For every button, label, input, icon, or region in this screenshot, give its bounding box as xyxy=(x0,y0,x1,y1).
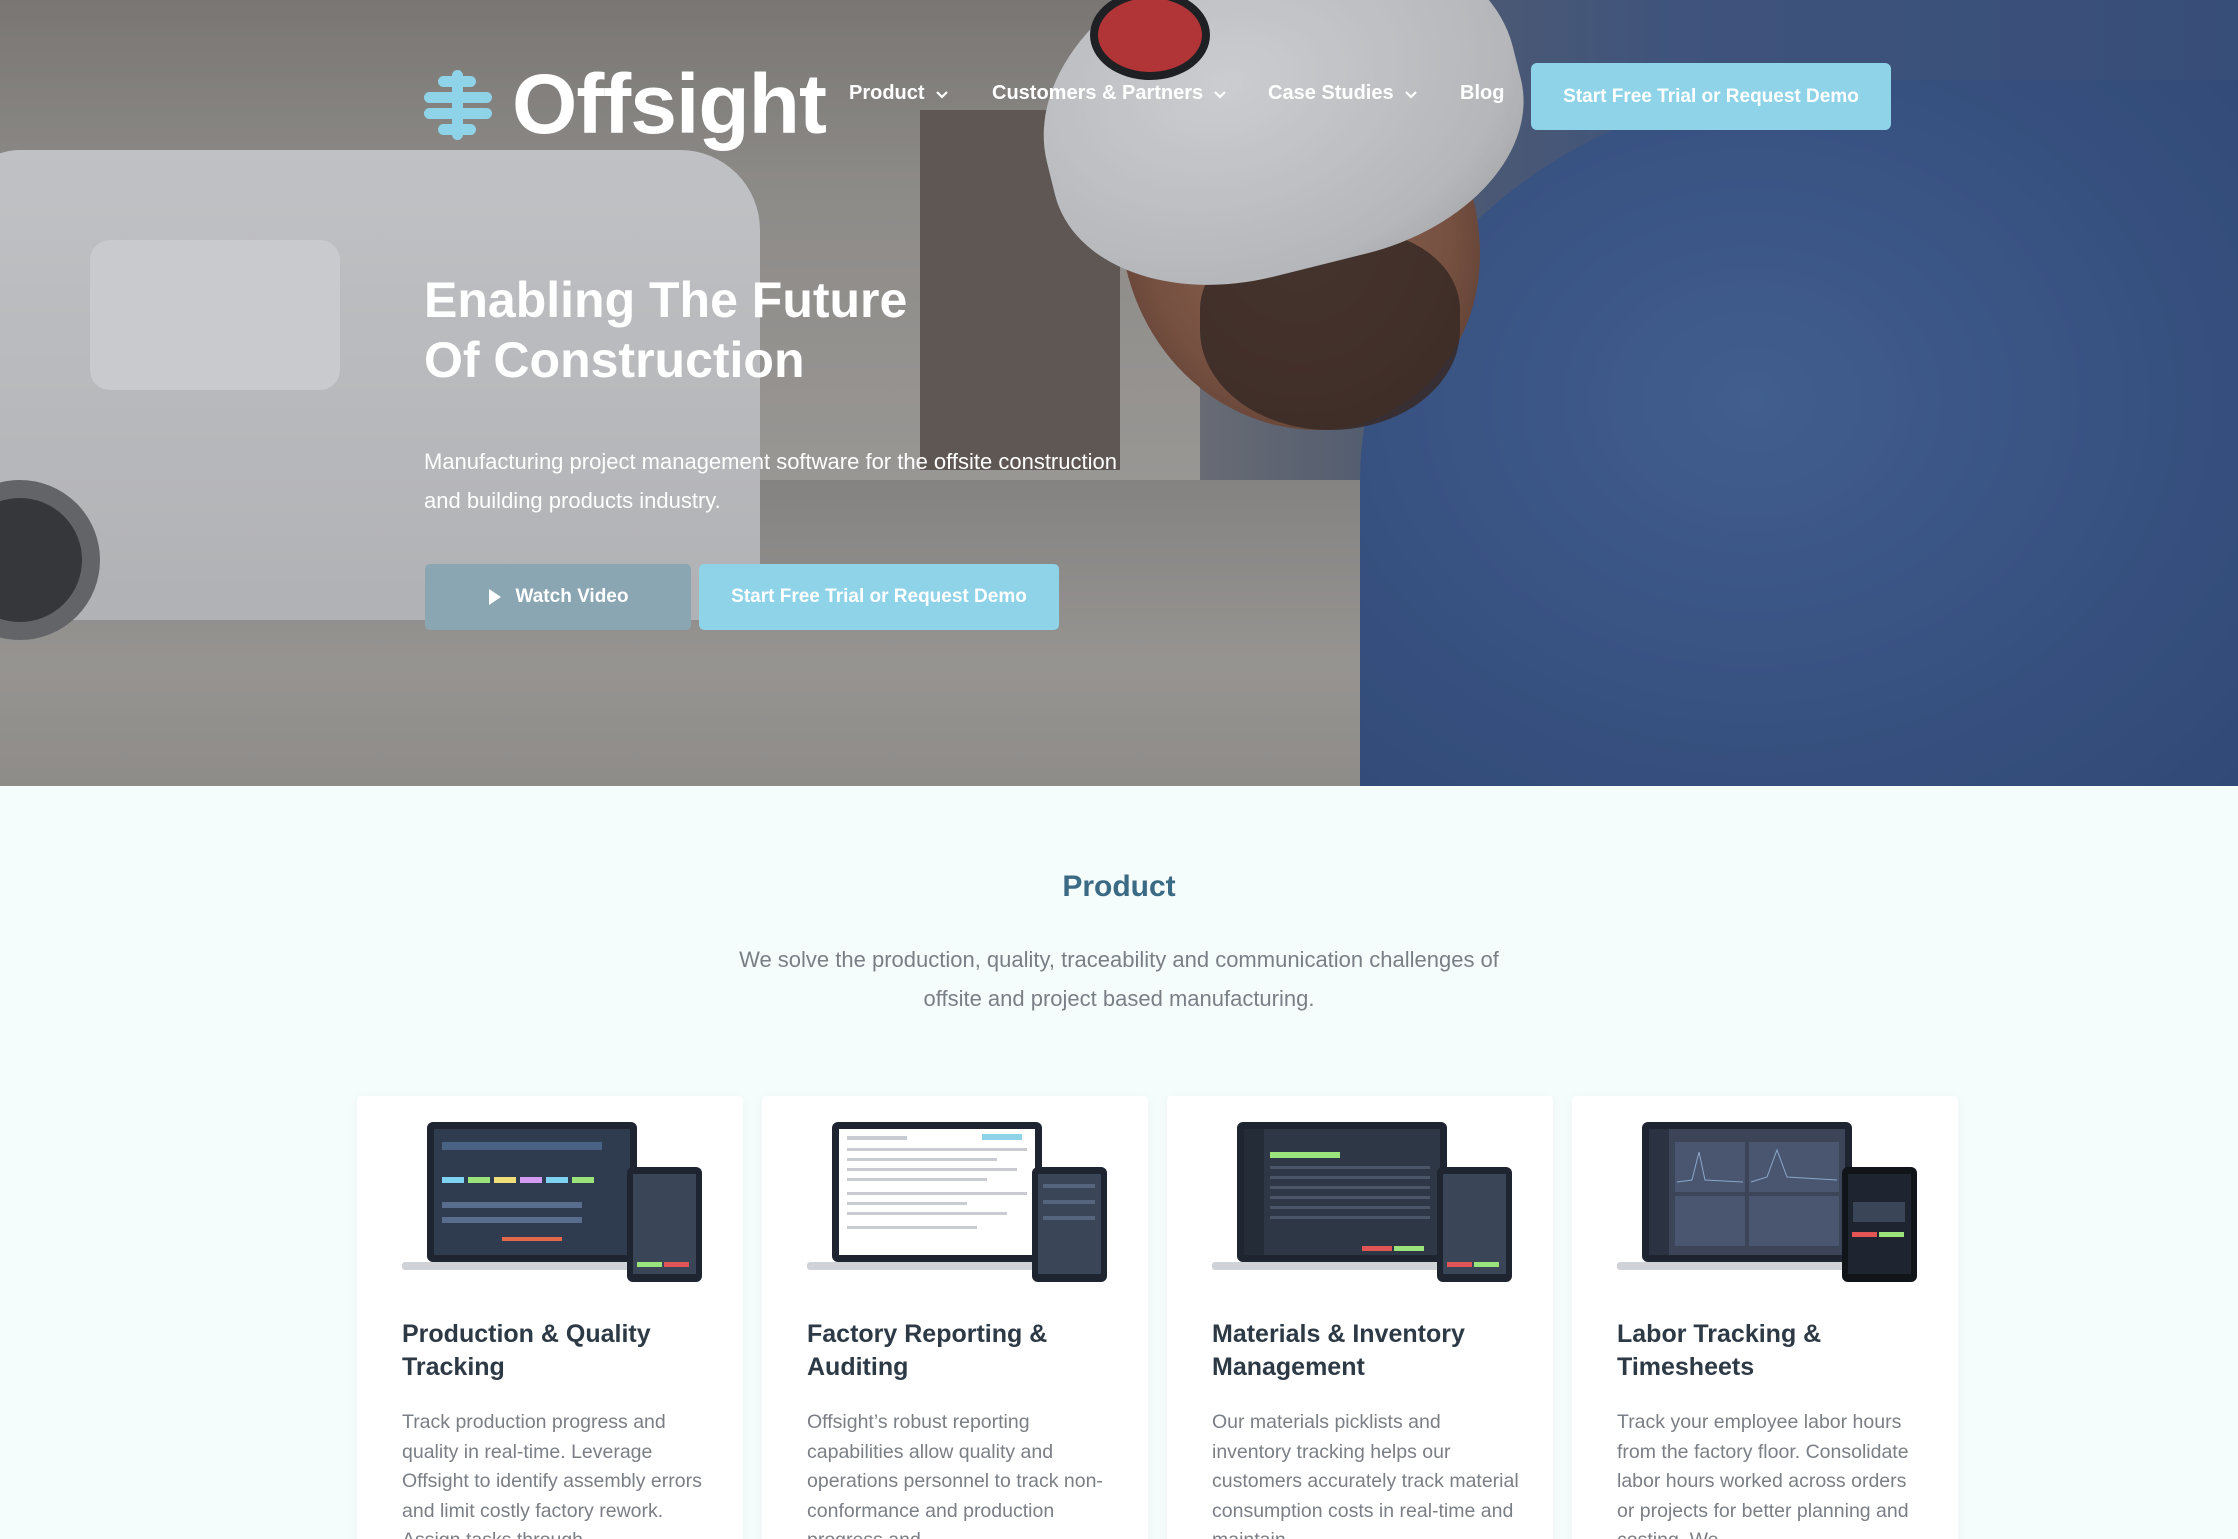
nav-item-label: Customers & Partners xyxy=(992,82,1204,104)
site-logo[interactable]: Offsight xyxy=(424,56,827,153)
nav-item-label: Product xyxy=(849,82,925,104)
product-card-title: Factory Reporting & Auditing xyxy=(807,1320,1048,1381)
product-card-title: Materials & Inventory Management xyxy=(1212,1320,1465,1381)
nav-item-product[interactable]: Product xyxy=(849,82,949,105)
nav-item-customers-partners[interactable]: Customers & Partners xyxy=(992,82,1227,105)
product-card-text: Track production progress and quality in… xyxy=(402,1411,702,1539)
product-card-title: Labor Tracking & Timesheets xyxy=(1617,1320,1822,1381)
logo-mark-icon xyxy=(424,69,492,140)
product-card-text: Track your employee labor hours from the… xyxy=(1617,1411,1909,1539)
product-card-text: Offsight’s robust reporting capabilities… xyxy=(807,1411,1103,1539)
product-card-title: Production & Quality Tracking xyxy=(402,1320,651,1381)
product-section-title: Product xyxy=(1062,870,1176,903)
chevron-down-icon xyxy=(935,90,948,99)
inventory-dashboard-device-image xyxy=(1212,1122,1512,1282)
hero-title-line2: Of Construction xyxy=(424,332,805,388)
product-card-materials-inventory[interactable]: Materials & Inventory Management Our mat… xyxy=(1167,1096,1553,1539)
nav-cta-button[interactable]: Start Free Trial or Request Demo xyxy=(1531,63,1891,130)
logo-wordmark: Offsight xyxy=(512,57,827,151)
hero-title-line1: Enabling The Future xyxy=(424,272,908,328)
play-icon xyxy=(488,589,501,605)
hero-cta-button[interactable]: Start Free Trial or Request Demo xyxy=(699,564,1059,630)
production-dashboard-device-image xyxy=(402,1122,702,1282)
hero-section: Offsight Product Customers & Partners Ca… xyxy=(0,0,2238,786)
product-card-production-quality[interactable]: Production & Quality Tracking Track prod… xyxy=(357,1096,743,1539)
nav-item-label: Blog xyxy=(1460,82,1505,104)
product-section-subtitle: We solve the production, quality, tracea… xyxy=(739,947,1499,1011)
nav-item-blog[interactable]: Blog xyxy=(1460,82,1504,105)
labor-dashboard-device-image xyxy=(1617,1122,1917,1282)
hero-overlay xyxy=(0,0,2238,786)
product-card-factory-reporting[interactable]: Factory Reporting & Auditing Offsight’s … xyxy=(762,1096,1148,1539)
hero-subtitle: Manufacturing project management softwar… xyxy=(424,449,1117,513)
hero-title: Enabling The Future Of Construction xyxy=(424,270,1124,390)
watch-video-button[interactable]: Watch Video xyxy=(425,564,691,630)
nav-item-label: Case Studies xyxy=(1268,82,1394,104)
chevron-down-icon xyxy=(1214,90,1226,99)
nav-item-case-studies[interactable]: Case Studies xyxy=(1268,82,1418,105)
watch-video-label: Watch Video xyxy=(515,586,629,607)
chevron-down-icon xyxy=(1404,90,1417,99)
product-card-labor-tracking[interactable]: Labor Tracking & Timesheets Track your e… xyxy=(1572,1096,1958,1539)
product-card-text: Our materials picklists and inventory tr… xyxy=(1212,1411,1519,1539)
reporting-dashboard-device-image xyxy=(807,1122,1107,1282)
